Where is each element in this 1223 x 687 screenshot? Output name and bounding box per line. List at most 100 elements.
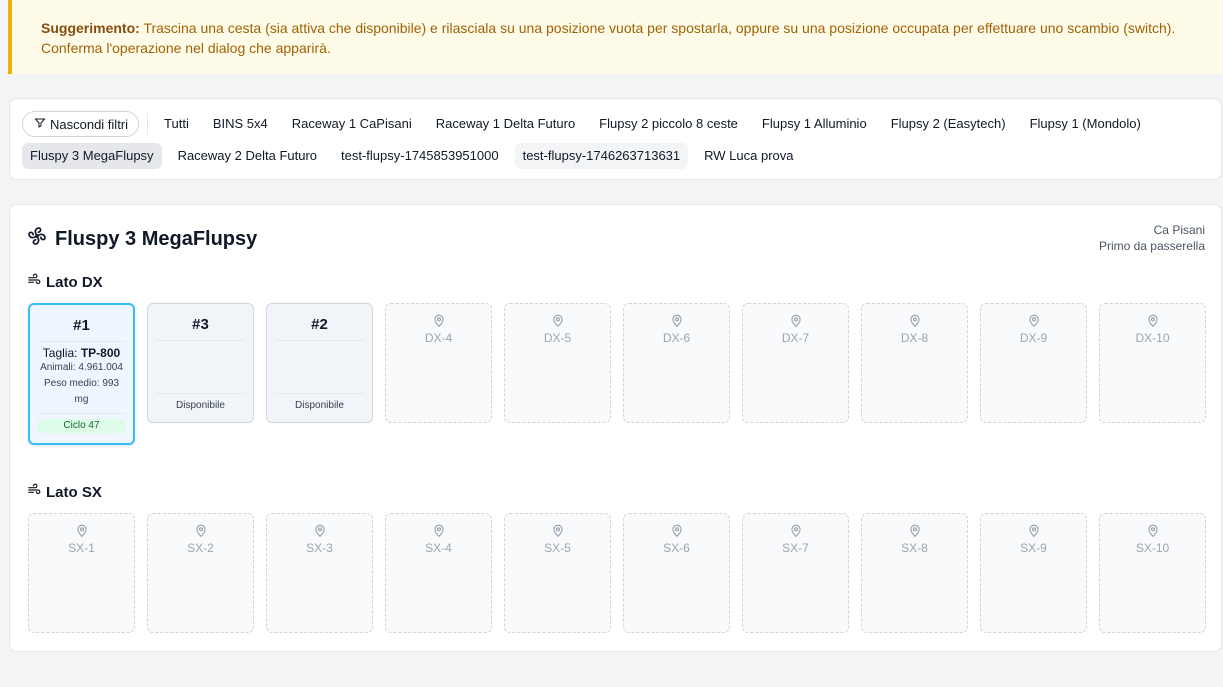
basket-weight: Peso medio: 993 mg bbox=[43, 378, 120, 405]
wind-icon bbox=[27, 483, 41, 501]
empty-position-slot[interactable]: SX-2 bbox=[147, 513, 254, 633]
filter-row-1: Nascondi filtri Tutti BINS 5x4 Raceway 1… bbox=[22, 111, 1157, 137]
slot-label: SX-4 bbox=[425, 541, 452, 555]
toggle-filters-label: Nascondi filtri bbox=[50, 116, 129, 132]
map-pin-icon bbox=[1028, 524, 1039, 538]
filter-chip[interactable]: Tutti bbox=[156, 111, 197, 137]
filter-chip[interactable]: Flupsy 1 (Mondolo) bbox=[1022, 111, 1149, 137]
basket-status: Disponibile bbox=[176, 400, 225, 411]
filter-chip[interactable]: Flupsy 2 piccolo 8 ceste bbox=[591, 111, 746, 137]
size-value: TP-800 bbox=[80, 346, 121, 360]
toggle-filters-button[interactable]: Nascondi filtri bbox=[22, 111, 140, 137]
flupsy-panel: Fluspy 3 MegaFlupsy Ca Pisani Primo da p… bbox=[9, 204, 1222, 652]
filter-chip[interactable]: test-flupsy-1745853951000 bbox=[333, 143, 507, 169]
basket-size: Taglia: TP-800 bbox=[38, 346, 125, 360]
slot-label: DX-8 bbox=[900, 331, 929, 345]
basket-animals: Animali: 4.961.004 bbox=[40, 362, 123, 373]
slot-label: DX-9 bbox=[1019, 331, 1048, 345]
slot-label: SX-8 bbox=[901, 541, 928, 555]
map-pin-icon bbox=[1147, 314, 1158, 328]
slot-label: SX-5 bbox=[544, 541, 571, 555]
map-pin-icon bbox=[790, 314, 801, 328]
fan-icon bbox=[27, 226, 47, 252]
basket-status: Disponibile bbox=[295, 400, 344, 411]
slot-label: SX-6 bbox=[663, 541, 690, 555]
side-sx-label: Lato SX bbox=[46, 483, 102, 501]
slot-label: SX-9 bbox=[1020, 541, 1047, 555]
empty-position-slot[interactable]: SX-7 bbox=[742, 513, 849, 633]
size-label: Taglia: bbox=[42, 346, 81, 360]
map-pin-icon bbox=[552, 524, 563, 538]
empty-position-slot[interactable]: SX-5 bbox=[504, 513, 611, 633]
basket-body bbox=[275, 341, 364, 394]
slot-label: SX-7 bbox=[782, 541, 809, 555]
empty-position-slot[interactable]: SX-9 bbox=[980, 513, 1087, 633]
map-pin-icon bbox=[909, 314, 920, 328]
slot-label: DX-4 bbox=[424, 331, 453, 345]
filter-icon bbox=[34, 117, 46, 132]
filter-chip[interactable]: BINS 5x4 bbox=[205, 111, 276, 137]
filter-divider bbox=[147, 113, 149, 135]
flupsy-name: Fluspy 3 MegaFlupsy bbox=[55, 227, 258, 250]
empty-position-slot[interactable]: DX-7 bbox=[742, 303, 849, 423]
flupsy-filter-bar: Nascondi filtri Tutti BINS 5x4 Raceway 1… bbox=[9, 98, 1222, 180]
basket-body bbox=[156, 341, 245, 394]
empty-position-slot[interactable]: SX-8 bbox=[861, 513, 968, 633]
filter-row-2: Fluspy 3 MegaFlupsy Raceway 2 Delta Futu… bbox=[22, 143, 810, 169]
cycle-badge: Ciclo 47 bbox=[38, 419, 125, 433]
map-pin-icon bbox=[433, 314, 444, 328]
filter-chip[interactable]: Raceway 1 Delta Futuro bbox=[428, 111, 583, 137]
empty-position-slot[interactable]: DX-5 bbox=[504, 303, 611, 423]
side-sx-heading: Lato SX bbox=[27, 483, 102, 501]
empty-position-slot[interactable]: DX-9 bbox=[980, 303, 1087, 423]
filter-chip[interactable]: Flupsy 1 Alluminio bbox=[754, 111, 875, 137]
flupsy-meta: Ca Pisani Primo da passerella bbox=[1099, 222, 1205, 254]
map-pin-icon bbox=[552, 314, 563, 328]
basket-card-available[interactable]: #2 Disponibile bbox=[266, 303, 373, 423]
hint-text: Trascina una cesta (sia attiva che dispo… bbox=[41, 20, 1176, 56]
basket-number: #2 bbox=[275, 316, 364, 341]
map-pin-icon bbox=[1147, 524, 1158, 538]
filter-chip[interactable]: Raceway 1 CaPisani bbox=[284, 111, 420, 137]
slot-label: DX-10 bbox=[1135, 331, 1170, 345]
filter-chip[interactable]: Raceway 2 Delta Futuro bbox=[170, 143, 325, 169]
filter-chip[interactable]: Flupsy 2 (Easytech) bbox=[883, 111, 1014, 137]
flupsy-title: Fluspy 3 MegaFlupsy bbox=[27, 226, 257, 252]
map-pin-icon bbox=[671, 314, 682, 328]
side-dx-grid: #1 Taglia: TP-800 Animali: 4.961.004 Pes… bbox=[28, 303, 1206, 445]
basket-card-active[interactable]: #1 Taglia: TP-800 Animali: 4.961.004 Pes… bbox=[28, 303, 135, 445]
empty-position-slot[interactable]: SX-3 bbox=[266, 513, 373, 633]
empty-position-slot[interactable]: SX-10 bbox=[1099, 513, 1206, 633]
slot-label: SX-2 bbox=[187, 541, 214, 555]
hint-banner: Suggerimento: Trascina una cesta (sia at… bbox=[8, 0, 1222, 74]
slot-label: SX-10 bbox=[1135, 541, 1170, 555]
map-pin-icon bbox=[790, 524, 801, 538]
side-dx-heading: Lato DX bbox=[27, 273, 103, 291]
filter-chip[interactable]: test-flupsy-1746263713631 bbox=[514, 143, 689, 169]
side-dx-label: Lato DX bbox=[46, 273, 103, 291]
slot-label: DX-5 bbox=[543, 331, 572, 345]
basket-details: Taglia: TP-800 Animali: 4.961.004 Peso m… bbox=[38, 342, 125, 414]
empty-position-slot[interactable]: DX-6 bbox=[623, 303, 730, 423]
filter-chip-active[interactable]: Fluspy 3 MegaFlupsy bbox=[22, 143, 162, 169]
wind-icon bbox=[27, 273, 41, 291]
basket-number: #3 bbox=[156, 316, 245, 341]
slot-label: SX-1 bbox=[68, 541, 95, 555]
empty-position-slot[interactable]: SX-1 bbox=[28, 513, 135, 633]
empty-position-slot[interactable]: DX-10 bbox=[1099, 303, 1206, 423]
flupsy-location: Ca Pisani bbox=[1153, 223, 1205, 237]
basket-card-available[interactable]: #3 Disponibile bbox=[147, 303, 254, 423]
map-pin-icon bbox=[671, 524, 682, 538]
map-pin-icon bbox=[433, 524, 444, 538]
side-sx-grid: SX-1 SX-2 SX-3 SX-4 SX-5 SX-6 SX-7 SX-8 … bbox=[28, 513, 1206, 633]
empty-position-slot[interactable]: SX-6 bbox=[623, 513, 730, 633]
empty-position-slot[interactable]: DX-4 bbox=[385, 303, 492, 423]
filter-chip[interactable]: RW Luca prova bbox=[696, 143, 801, 169]
slot-label: DX-7 bbox=[781, 331, 810, 345]
map-pin-icon bbox=[76, 524, 87, 538]
slot-label: SX-3 bbox=[306, 541, 333, 555]
map-pin-icon bbox=[909, 524, 920, 538]
map-pin-icon bbox=[314, 524, 325, 538]
empty-position-slot[interactable]: DX-8 bbox=[861, 303, 968, 423]
empty-position-slot[interactable]: SX-4 bbox=[385, 513, 492, 633]
